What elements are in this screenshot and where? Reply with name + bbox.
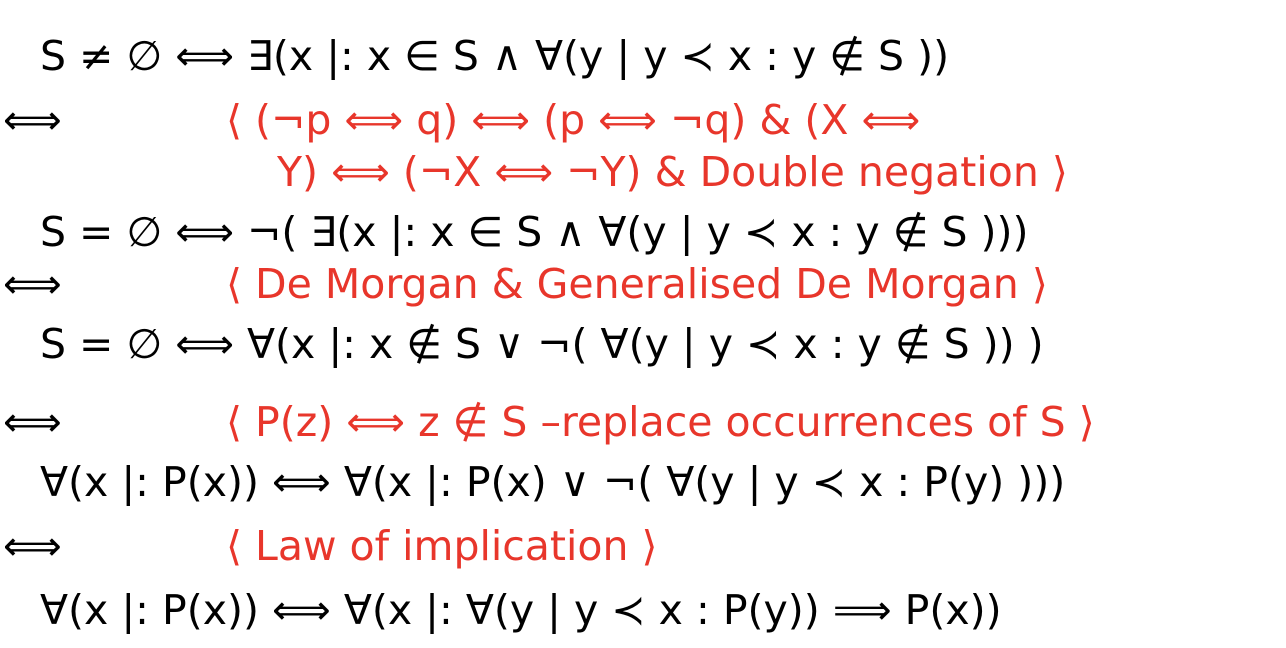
hint-line-4: ⟨ Law of implication ⟩ (226, 522, 658, 570)
formula-line-5: ∀(x |: P(x)) ⟺ ∀(x |: ∀(y | y ≺ x : P(y)… (40, 586, 1002, 634)
equivalence-operator-2: ⟺ (3, 260, 62, 308)
hint-line-2: ⟨ De Morgan & Generalised De Morgan ⟩ (226, 260, 1048, 308)
equivalence-operator-3: ⟺ (3, 398, 62, 446)
equivalence-operator-4: ⟺ (3, 522, 62, 570)
equivalence-operator-1: ⟺ (3, 96, 62, 144)
formula-line-4: ∀(x |: P(x)) ⟺ ∀(x |: P(x) ∨ ¬( ∀(y | y … (40, 458, 1066, 506)
hint-line-3: ⟨ P(z) ⟺ z ∉ S –replace occurrences of S… (226, 398, 1095, 446)
formula-line-1: S ≠ ∅ ⟺ ∃(x |: x ∈ S ∧ ∀(y | y ≺ x : y ∉… (40, 32, 950, 80)
hint-line-1-continued: Y) ⟺ (¬X ⟺ ¬Y) & Double negation ⟩ (277, 148, 1068, 196)
hint-line-1: ⟨ (¬p ⟺ q) ⟺ (p ⟺ ¬q) & (X ⟺ (226, 96, 921, 144)
formula-line-2: S = ∅ ⟺ ¬( ∃(x |: x ∈ S ∧ ∀(y | y ≺ x : … (40, 208, 1029, 256)
formula-line-3: S = ∅ ⟺ ∀(x |: x ∉ S ∨ ¬( ∀(y | y ≺ x : … (40, 320, 1044, 368)
